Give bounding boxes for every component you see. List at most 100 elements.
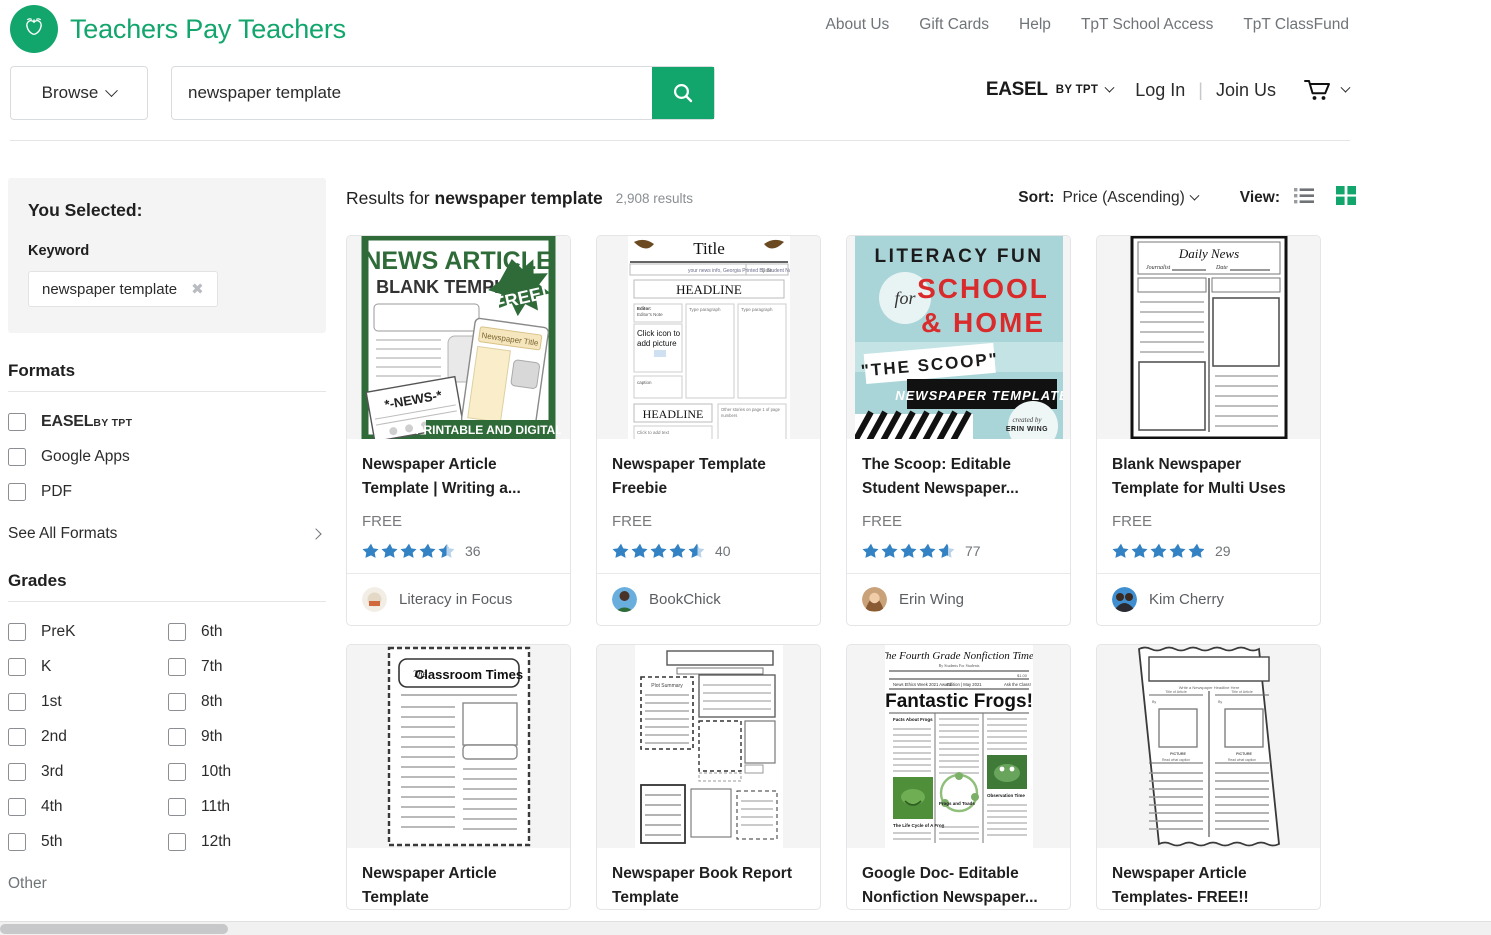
header-divider xyxy=(10,140,1350,141)
list-view-button[interactable] xyxy=(1294,187,1314,209)
svg-text:Plot Summary: Plot Summary xyxy=(651,683,683,689)
filter-grade-6th[interactable]: 6th xyxy=(168,614,328,649)
svg-text:Click to add text: Click to add text xyxy=(637,430,670,435)
product-title: Newspaper Template Freebie xyxy=(612,456,766,497)
horizontal-scrollbar[interactable] xyxy=(0,921,1491,935)
checkbox[interactable] xyxy=(8,657,26,676)
filter-grade-3rd[interactable]: 3rd xyxy=(8,754,168,789)
seller-name: BookChick xyxy=(649,591,721,608)
svg-text:Fantastic Frogs!: Fantastic Frogs! xyxy=(885,691,1033,712)
product-card[interactable]: Write a Newspaper Headline Here Title of… xyxy=(1096,644,1321,910)
checkbox[interactable] xyxy=(8,482,26,501)
filter-grade-12th[interactable]: 12th xyxy=(168,824,328,859)
cart-button[interactable] xyxy=(1304,78,1351,102)
product-info: Newspaper Article Template xyxy=(347,848,570,909)
filter-grade-k[interactable]: K xyxy=(8,649,168,684)
review-count: 36 xyxy=(465,543,481,559)
close-icon[interactable]: ✖ xyxy=(191,280,204,298)
checkbox[interactable] xyxy=(168,657,186,676)
product-seller[interactable]: BookChick xyxy=(597,573,820,625)
svg-text:PRINTABLE AND DIGITAL: PRINTABLE AND DIGITAL xyxy=(415,423,561,437)
filter-grade-2nd[interactable]: 2nd xyxy=(8,719,168,754)
search-input[interactable] xyxy=(172,67,652,119)
scrollbar-thumb[interactable] xyxy=(0,924,228,934)
results-section: Results for newspaper template 2,908 res… xyxy=(346,178,1356,928)
product-title: Newspaper Article Templates- FREE!! xyxy=(1112,865,1249,906)
checkbox[interactable] xyxy=(168,622,186,641)
grade-label: 5th xyxy=(41,832,63,850)
svg-text:ERIN WING: ERIN WING xyxy=(1005,426,1047,433)
filter-grade-9th[interactable]: 9th xyxy=(168,719,328,754)
product-seller[interactable]: Kim Cherry xyxy=(1097,573,1320,625)
avatar xyxy=(1112,587,1137,612)
checkbox[interactable] xyxy=(168,692,186,711)
filter-grade-1st[interactable]: 1st xyxy=(8,684,168,719)
product-card[interactable]: Daily News Journalist Date Blank Newspap… xyxy=(1096,235,1321,626)
checkbox[interactable] xyxy=(8,832,26,851)
nav-gift-cards[interactable]: Gift Cards xyxy=(919,16,989,34)
filter-grade-prek[interactable]: PreK xyxy=(8,614,168,649)
checkbox[interactable] xyxy=(168,832,186,851)
star-rating-icon xyxy=(362,543,454,558)
nav-help[interactable]: Help xyxy=(1019,16,1051,34)
checkbox[interactable] xyxy=(8,797,26,816)
checkbox[interactable] xyxy=(8,412,26,431)
checkbox[interactable] xyxy=(168,762,186,781)
filter-format-google-apps[interactable]: Google Apps xyxy=(8,439,326,474)
filter-grade-7th[interactable]: 7th xyxy=(168,649,328,684)
product-info: Newspaper Template Freebie FREE 40 xyxy=(597,439,820,573)
filter-grade-10th[interactable]: 10th xyxy=(168,754,328,789)
checkbox[interactable] xyxy=(8,762,26,781)
site-logo[interactable]: Teachers Pay Teachers xyxy=(10,5,346,53)
keyword-chip[interactable]: newspaper template ✖ xyxy=(28,271,218,307)
site-header: Teachers Pay Teachers About Us Gift Card… xyxy=(0,0,1491,142)
product-thumbnail: NEWS ARTICLE BLANK TEMPLATE *-NEWS-* New… xyxy=(347,236,570,439)
easel-menu[interactable]: EASEL BY TPT xyxy=(986,79,1115,101)
format-label: PDF xyxy=(41,482,72,500)
filter-grade-11th[interactable]: 11th xyxy=(168,789,328,824)
checkbox[interactable] xyxy=(8,727,26,746)
search-submit-button[interactable] xyxy=(652,67,714,119)
checkbox[interactable] xyxy=(8,622,26,641)
nav-about-us[interactable]: About Us xyxy=(826,16,890,34)
svg-text:Click icon to: Click icon to xyxy=(637,329,681,338)
product-card[interactable]: Plot Summary Newspaper Book Report Templ… xyxy=(596,644,821,910)
product-title: Newspaper Article Template xyxy=(362,865,497,906)
product-card[interactable]: LITERACY FUN for SCHOOL & HOME "THE SCOO… xyxy=(846,235,1071,626)
filter-format-pdf[interactable]: PDF xyxy=(8,474,326,509)
nav-school-access[interactable]: TpT School Access xyxy=(1081,16,1213,34)
checkbox[interactable] xyxy=(8,692,26,711)
nav-classfund[interactable]: TpT ClassFund xyxy=(1243,16,1349,34)
grid-view-icon xyxy=(1336,186,1356,205)
checkbox[interactable] xyxy=(168,727,186,746)
filter-grade-8th[interactable]: 8th xyxy=(168,684,328,719)
product-info: Newspaper Article Templates- FREE!! xyxy=(1097,848,1320,909)
divider xyxy=(8,601,326,602)
grade-label: PreK xyxy=(41,622,76,640)
filter-format-easel[interactable]: EASELBY TPT xyxy=(8,404,326,439)
grid-view-button[interactable] xyxy=(1336,186,1356,210)
svg-text:add picture: add picture xyxy=(637,339,677,348)
svg-text:Daily News: Daily News xyxy=(1177,246,1238,261)
join-us-link[interactable]: Join Us xyxy=(1216,80,1276,101)
product-thumbnail: The Classroom Times xyxy=(347,645,570,848)
svg-text:HEADLINE: HEADLINE xyxy=(676,282,742,297)
product-card[interactable]: NEWS ARTICLE BLANK TEMPLATE *-NEWS-* New… xyxy=(346,235,571,626)
checkbox[interactable] xyxy=(168,797,186,816)
product-card[interactable]: Title your news info, Georgia Printed By… xyxy=(596,235,821,626)
filter-grade-5th[interactable]: 5th xyxy=(8,824,168,859)
chevron-down-icon xyxy=(105,83,119,97)
product-seller[interactable]: Literacy in Focus xyxy=(347,573,570,625)
browse-dropdown[interactable]: Browse xyxy=(10,66,148,120)
log-in-link[interactable]: Log In xyxy=(1135,80,1185,101)
see-all-formats-link[interactable]: See All Formats xyxy=(8,525,326,543)
svg-text:PICTURE: PICTURE xyxy=(1236,752,1252,756)
product-card[interactable]: The Classroom Times Newspaper Article Te… xyxy=(346,644,571,910)
product-card[interactable]: The Fourth Grade Nonfiction Times By Stu… xyxy=(846,644,1071,910)
product-seller[interactable]: Erin Wing xyxy=(847,573,1070,625)
product-info: Newspaper Article Template | Writing a..… xyxy=(347,439,570,573)
product-title: Google Doc- Editable Nonfiction Newspape… xyxy=(862,865,1038,906)
sort-dropdown[interactable]: Price (Ascending) xyxy=(1062,189,1200,207)
filter-grade-4th[interactable]: 4th xyxy=(8,789,168,824)
checkbox[interactable] xyxy=(8,447,26,466)
